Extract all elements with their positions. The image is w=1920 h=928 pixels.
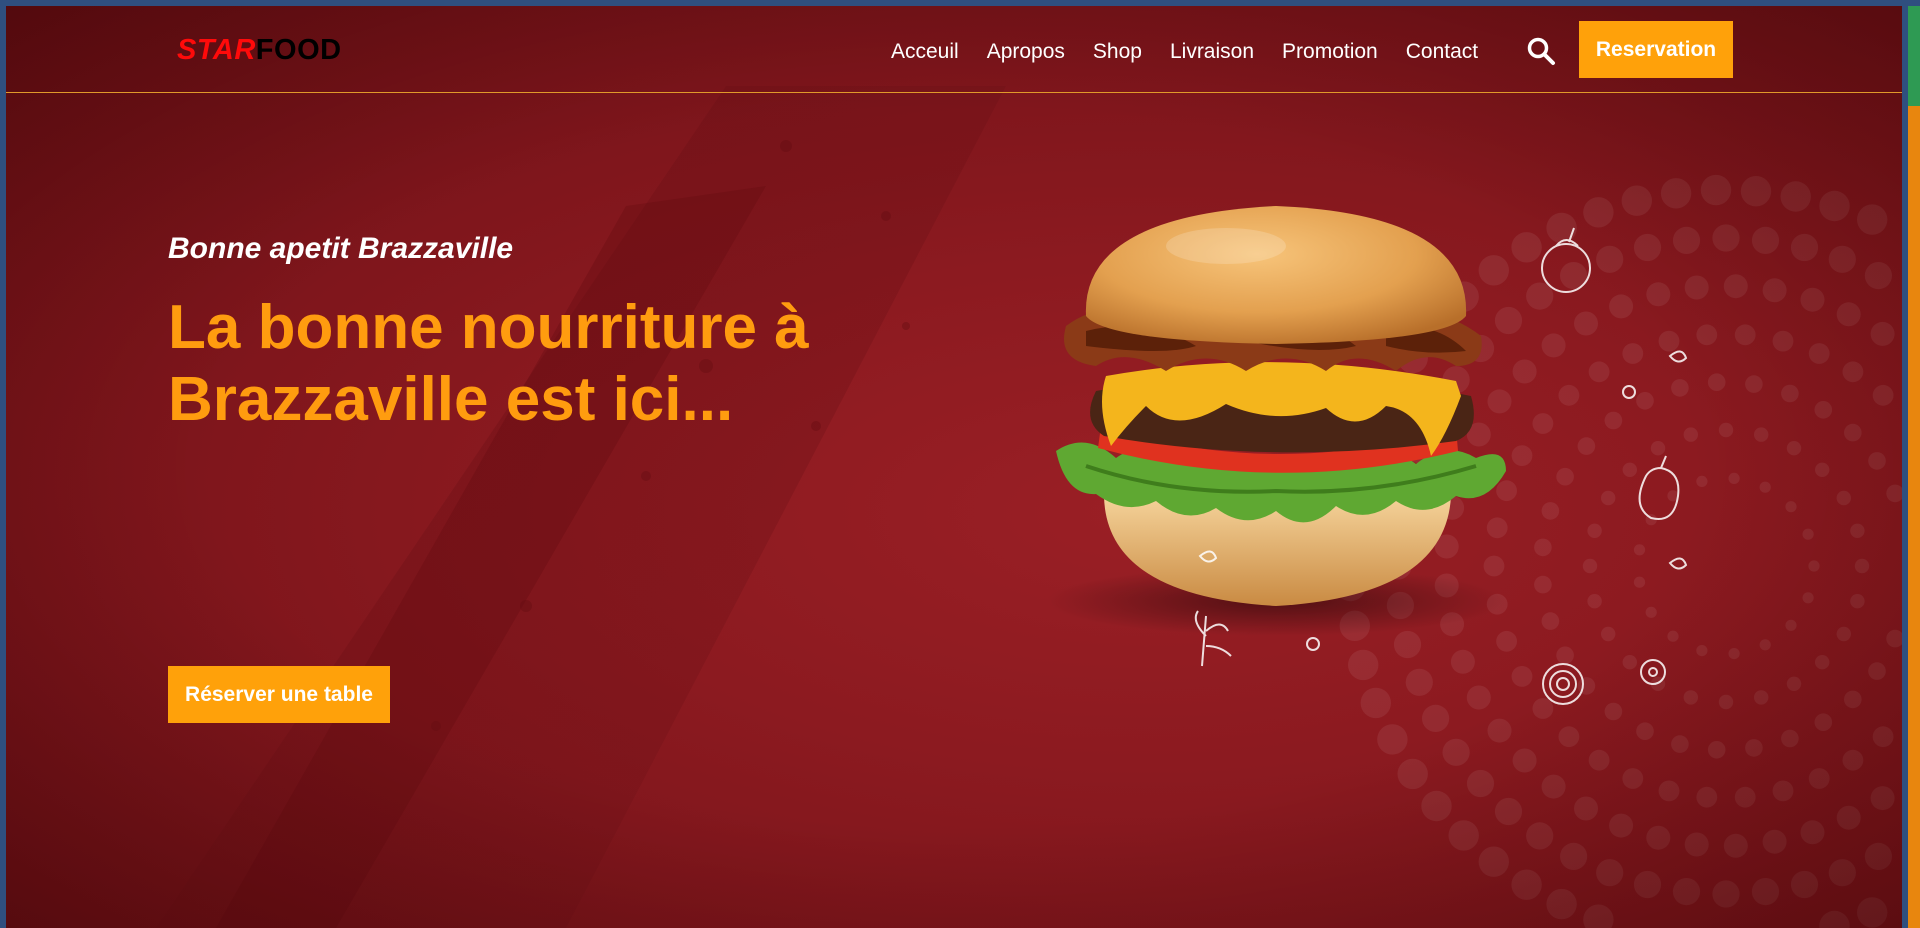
scrollbar[interactable] — [1908, 6, 1920, 928]
burger-image — [1046, 206, 1506, 636]
nav-promotion[interactable]: Promotion — [1282, 39, 1378, 65]
logo[interactable]: STARFOOD — [177, 34, 342, 67]
nav-contact[interactable]: Contact — [1406, 39, 1478, 65]
reserve-table-button[interactable]: Réserver une table — [168, 666, 390, 723]
nav-acceuil[interactable]: Acceuil — [891, 39, 959, 65]
brush-stroke-decoration — [156, 86, 1006, 928]
search-icon[interactable] — [1526, 36, 1556, 66]
vignette-overlay — [6, 6, 1902, 928]
nav-shop[interactable]: Shop — [1093, 39, 1142, 65]
scrollbar-thumb[interactable] — [1908, 6, 1920, 106]
nav-livraison[interactable]: Livraison — [1170, 39, 1254, 65]
logo-food-text: FOOD — [255, 34, 342, 66]
reservation-button[interactable]: Reservation — [1579, 21, 1733, 78]
hero-subtitle: Bonne apetit Brazzaville — [168, 232, 514, 265]
food-doodles-decoration — [1194, 227, 1688, 705]
hero-headline: La bonne nourriture à Brazzaville est ic… — [168, 293, 809, 434]
dot-pattern-decoration — [1335, 174, 1902, 928]
nav-apropos[interactable]: Apropos — [987, 39, 1065, 65]
site-header: STARFOOD Acceuil Apropos Shop Livraison … — [6, 6, 1902, 93]
main-nav: Acceuil Apropos Shop Livraison Promotion… — [891, 39, 1506, 65]
logo-star-text: STAR — [177, 34, 256, 66]
browser-frame: STARFOOD Acceuil Apropos Shop Livraison … — [0, 0, 1920, 928]
hero-section: STARFOOD Acceuil Apropos Shop Livraison … — [6, 6, 1902, 928]
